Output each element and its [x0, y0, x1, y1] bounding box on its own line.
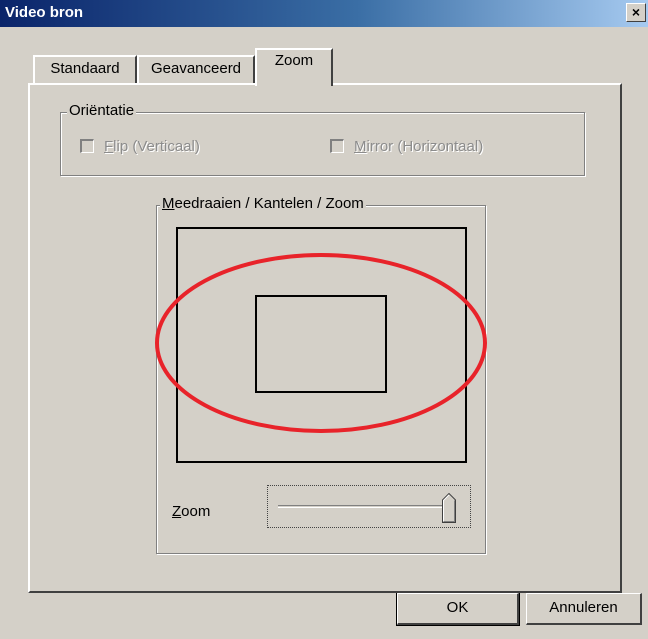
slider-thumb-icon[interactable] [442, 493, 456, 523]
dialog-window: Video bron × Standaard Geavanceerd Zoom … [0, 0, 648, 639]
close-button[interactable]: × [626, 3, 646, 22]
title-bar[interactable]: Video bron × [0, 0, 648, 27]
tab-label: Geavanceerd [150, 60, 242, 77]
pan-tilt-zoom-legend: Meedraaien / Kantelen / Zoom [160, 195, 366, 212]
cancel-button[interactable]: Annuleren [526, 593, 642, 625]
tab-label: Zoom [274, 52, 314, 69]
close-icon: × [631, 4, 641, 20]
ok-button[interactable]: OK [396, 592, 520, 626]
window-title: Video bron [5, 4, 84, 21]
orientation-groupbox: Oriëntatie Flip (Verticaal) Mirror (Hori… [60, 102, 585, 176]
tab-geavanceerd[interactable]: Geavanceerd [137, 55, 255, 84]
mirror-checkbox-row[interactable]: Mirror (Horizontaal) [330, 137, 483, 155]
cancel-button-label: Annuleren [549, 599, 618, 616]
mirror-label: Mirror (Horizontaal) [354, 137, 484, 155]
zoom-label: Zoom [172, 503, 211, 520]
orientation-legend: Oriëntatie [67, 102, 137, 119]
ok-button-label: OK [446, 599, 469, 616]
mirror-checkbox[interactable] [330, 139, 344, 153]
tab-label: Standaard [50, 60, 120, 77]
flip-checkbox-row[interactable]: Flip (Verticaal) [80, 137, 200, 155]
flip-checkbox[interactable] [80, 139, 94, 153]
tab-standaard[interactable]: Standaard [33, 55, 137, 84]
zoom-slider-track [278, 505, 452, 508]
red-annotation-ellipse [155, 253, 487, 433]
tab-zoom[interactable]: Zoom [255, 48, 333, 86]
flip-label: Flip (Verticaal) [104, 137, 200, 155]
zoom-slider[interactable] [267, 485, 471, 528]
